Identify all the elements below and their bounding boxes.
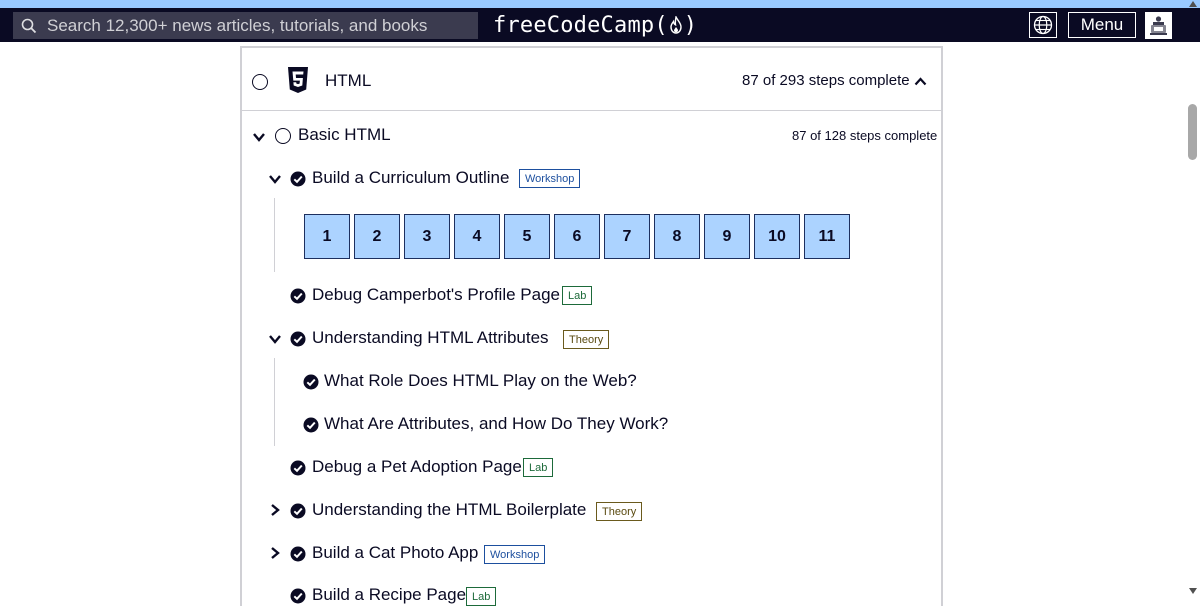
chevron-up-icon[interactable] <box>914 77 927 86</box>
chevron-down-icon[interactable] <box>268 172 282 186</box>
step-button[interactable]: 4 <box>454 214 500 259</box>
navbar: freeCodeCamp( ) Menu <box>0 8 1200 42</box>
globe-icon <box>1033 15 1053 35</box>
scroll-down-arrow-icon[interactable] <box>1188 587 1198 595</box>
cert-status-circle <box>252 74 268 90</box>
chevron-right-icon[interactable] <box>268 503 282 517</box>
theory-badge: Theory <box>596 502 643 521</box>
check-circle-icon <box>290 331 306 347</box>
chevron-down-icon[interactable] <box>268 332 282 346</box>
step-button[interactable]: 1 <box>304 214 350 259</box>
theory-badge: Theory <box>563 330 610 349</box>
workshop-badge: Workshop <box>519 169 581 188</box>
brand-suffix: ) <box>683 12 698 38</box>
flame-icon <box>669 16 683 34</box>
block-guide-line <box>274 358 275 446</box>
cert-header[interactable]: HTML 87 of 293 steps complete <box>242 48 941 111</box>
check-circle-icon <box>303 417 319 433</box>
block-title[interactable]: Build a Cat Photo App <box>312 543 478 563</box>
lesson-link[interactable]: What Are Attributes, and How Do They Wor… <box>324 414 668 434</box>
brand-prefix: freeCodeCamp( <box>493 12 668 38</box>
step-button[interactable]: 5 <box>504 214 550 259</box>
step-button[interactable]: 7 <box>604 214 650 259</box>
step-button[interactable]: 3 <box>404 214 450 259</box>
search-icon <box>19 16 39 36</box>
lab-badge: Lab <box>523 458 554 477</box>
scroll-thumb[interactable] <box>1188 104 1197 160</box>
scroll-up-arrow-icon[interactable] <box>1188 0 1198 8</box>
lab-badge: Lab <box>466 587 497 606</box>
search-input[interactable] <box>47 13 467 38</box>
step-button[interactable]: 8 <box>654 214 700 259</box>
menu-label: Menu <box>1080 15 1124 34</box>
html5-icon <box>288 67 308 93</box>
user-avatar-icon <box>1147 14 1170 37</box>
search-bar[interactable] <box>13 12 478 39</box>
block-title[interactable]: Build a Curriculum Outline <box>312 168 509 188</box>
module-title[interactable]: Basic HTML <box>298 125 391 145</box>
check-circle-icon <box>303 374 319 390</box>
lesson-link[interactable]: What Role Does HTML Play on the Web? <box>324 371 637 391</box>
block-title[interactable]: Understanding HTML Attributes <box>312 328 549 348</box>
top-accent-strip <box>0 0 1200 8</box>
language-button[interactable] <box>1029 12 1057 38</box>
lab-badge: Lab <box>562 286 593 305</box>
workshop-badge: Workshop <box>484 545 546 564</box>
step-button[interactable]: 11 <box>804 214 850 259</box>
chevron-down-icon[interactable] <box>252 130 266 144</box>
step-button[interactable]: 6 <box>554 214 600 259</box>
check-circle-icon <box>290 171 306 187</box>
module-progress: 87 of 128 steps complete <box>792 128 938 143</box>
block-title[interactable]: Understanding the HTML Boilerplate <box>312 500 586 520</box>
step-button[interactable]: 10 <box>754 214 800 259</box>
block-title[interactable]: Debug a Pet Adoption Page <box>312 457 522 477</box>
step-grid: 1 2 3 4 5 6 7 8 9 10 11 <box>304 214 850 259</box>
menu-button[interactable]: Menu <box>1068 12 1136 38</box>
check-circle-icon <box>290 460 306 476</box>
cert-progress: 87 of 293 steps complete <box>742 72 910 89</box>
avatar[interactable] <box>1145 12 1172 39</box>
chevron-right-icon[interactable] <box>268 546 282 560</box>
brand-logo[interactable]: freeCodeCamp( ) <box>493 10 697 40</box>
check-circle-icon <box>290 288 306 304</box>
check-circle-icon <box>290 588 306 604</box>
block-title[interactable]: Build a Recipe Page <box>312 585 466 605</box>
curriculum-panel: HTML 87 of 293 steps complete Basic HTML… <box>240 46 943 606</box>
step-button[interactable]: 2 <box>354 214 400 259</box>
check-circle-icon <box>290 503 306 519</box>
block-title[interactable]: Debug Camperbot's Profile Page <box>312 285 560 305</box>
check-circle-icon <box>290 546 306 562</box>
block-guide-line <box>274 198 275 272</box>
cert-title: HTML <box>325 71 372 90</box>
module-status-circle <box>275 128 291 144</box>
step-button[interactable]: 9 <box>704 214 750 259</box>
